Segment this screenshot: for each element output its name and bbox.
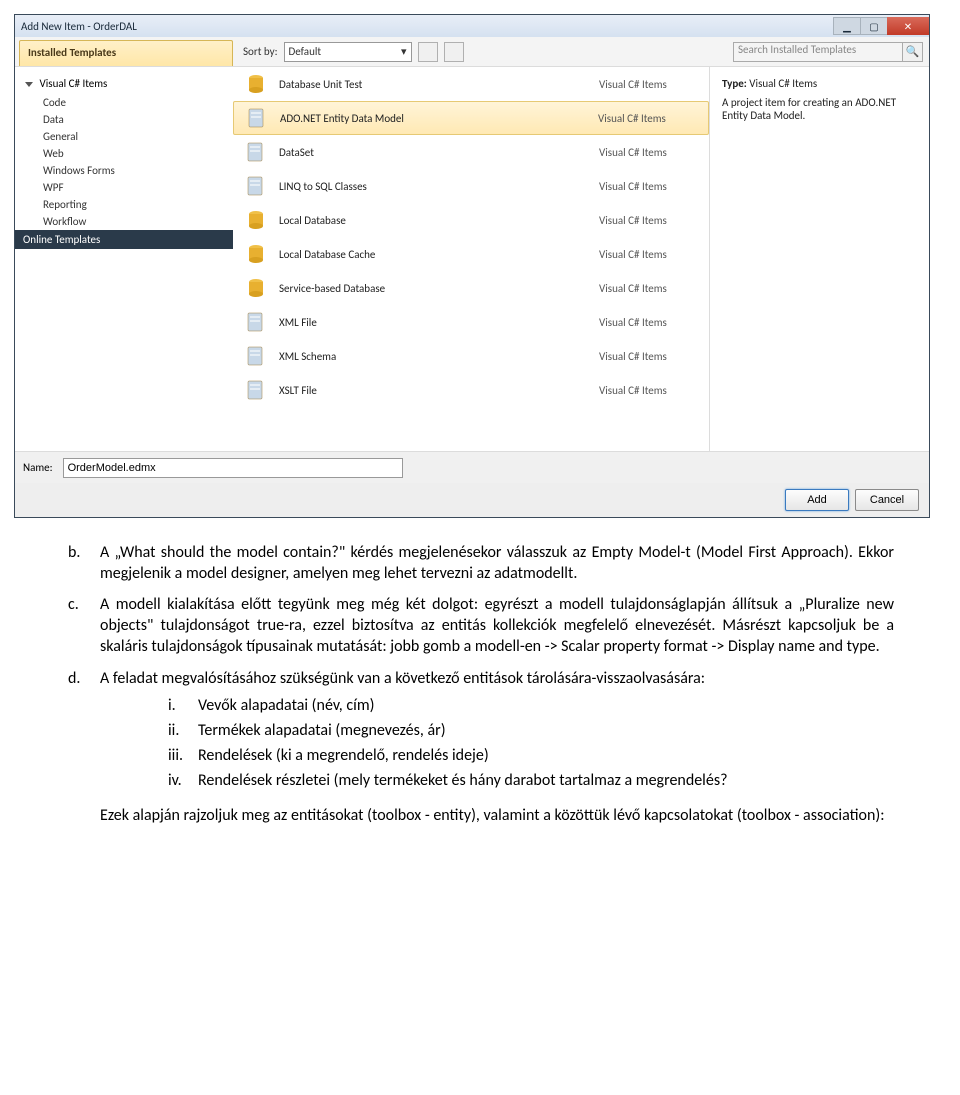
template-category: Visual C# Items <box>599 78 709 91</box>
chevron-down-icon <box>25 82 33 87</box>
template-category: Visual C# Items <box>599 316 709 329</box>
template-category: Visual C# Items <box>599 248 709 261</box>
template-list-item[interactable]: XSLT FileVisual C# Items <box>233 373 709 407</box>
sublist-text: Vevők alapadatai (név, cím) <box>198 695 894 716</box>
template-name: Local Database Cache <box>273 248 599 261</box>
template-name: Local Database <box>273 214 599 227</box>
template-icon <box>239 70 273 98</box>
dialog-titlebar: Add New Item - OrderDAL ▁ ▢ ✕ <box>15 15 929 37</box>
sublist-text: Rendelések részletei (mely termékeket és… <box>198 770 894 791</box>
list-marker: c. <box>68 594 100 657</box>
template-list-item[interactable]: Service-based DatabaseVisual C# Items <box>233 271 709 305</box>
view-small-icons-button[interactable] <box>418 42 438 62</box>
template-list-item[interactable]: Database Unit TestVisual C# Items <box>233 67 709 101</box>
templates-list: Database Unit TestVisual C# ItemsADO.NET… <box>233 67 709 451</box>
template-category: Visual C# Items <box>599 146 709 159</box>
template-list-item[interactable]: Local DatabaseVisual C# Items <box>233 203 709 237</box>
sublist-marker: ii. <box>168 720 198 741</box>
sort-dropdown[interactable]: Default ▾ <box>284 42 412 62</box>
template-category: Visual C# Items <box>599 180 709 193</box>
maximize-button[interactable]: ▢ <box>860 17 888 35</box>
cancel-button[interactable]: Cancel <box>855 489 919 511</box>
sublist-text: Termékek alapadatai (megnevezés, ár) <box>198 720 894 741</box>
template-category: Visual C# Items <box>598 112 708 125</box>
template-category: Visual C# Items <box>599 384 709 397</box>
template-name: XML File <box>273 316 599 329</box>
sublist-text: Rendelések (ki a megrendelő, rendelés id… <box>198 745 894 766</box>
sublist-marker: iv. <box>168 770 198 791</box>
document-body: b. A „What should the model contain?" ké… <box>0 518 960 866</box>
template-category: Visual C# Items <box>599 214 709 227</box>
add-new-item-dialog: Add New Item - OrderDAL ▁ ▢ ✕ Installed … <box>14 14 930 518</box>
installed-templates-tab[interactable]: Installed Templates <box>19 40 233 66</box>
list-item-text: A feladat megvalósításához szükségünk va… <box>100 668 894 827</box>
tree-child-item[interactable]: Data <box>15 111 233 128</box>
tree-child-item[interactable]: General <box>15 128 233 145</box>
template-category: Visual C# Items <box>599 282 709 295</box>
template-description: A project item for creating an ADO.NET E… <box>722 96 917 122</box>
template-name: Service-based Database <box>273 282 599 295</box>
template-icon <box>239 206 273 234</box>
search-input[interactable]: Search Installed Templates <box>733 42 903 62</box>
list-item-text: A „What should the model contain?" kérdé… <box>100 542 894 584</box>
template-list-item[interactable]: LINQ to SQL ClassesVisual C# Items <box>233 169 709 203</box>
tree-child-item[interactable]: Code <box>15 94 233 111</box>
name-input[interactable] <box>63 458 403 478</box>
template-name: LINQ to SQL Classes <box>273 180 599 193</box>
tree-child-item[interactable]: Workflow <box>15 213 233 230</box>
template-list-item[interactable]: DataSetVisual C# Items <box>233 135 709 169</box>
template-list-item[interactable]: ADO.NET Entity Data ModelVisual C# Items <box>233 101 709 135</box>
template-icon <box>239 376 273 404</box>
template-icon <box>240 104 274 132</box>
tree-child-item[interactable]: Reporting <box>15 196 233 213</box>
list-marker: d. <box>68 668 100 827</box>
template-info-pane: Type: Visual C# Items A project item for… <box>709 67 929 451</box>
template-icon <box>239 240 273 268</box>
template-categories-tree: Visual C# Items CodeDataGeneralWebWindow… <box>15 67 233 451</box>
template-icon <box>239 308 273 336</box>
template-name: DataSet <box>273 146 599 159</box>
template-list-item[interactable]: XML SchemaVisual C# Items <box>233 339 709 373</box>
template-name: Database Unit Test <box>273 78 599 91</box>
list-marker: b. <box>68 542 100 584</box>
dialog-title: Add New Item - OrderDAL <box>21 20 137 33</box>
template-name: XML Schema <box>273 350 599 363</box>
online-templates-header[interactable]: Online Templates <box>15 230 233 249</box>
sort-by-label: Sort by: <box>243 45 278 58</box>
sublist-marker: iii. <box>168 745 198 766</box>
tree-root-item[interactable]: Visual C# Items <box>15 73 233 94</box>
sublist-marker: i. <box>168 695 198 716</box>
add-button[interactable]: Add <box>785 489 849 511</box>
list-item-text: A modell kialakítása előtt tegyünk meg m… <box>100 594 894 657</box>
name-label: Name: <box>23 461 53 474</box>
close-button[interactable]: ✕ <box>887 17 929 35</box>
view-medium-icons-button[interactable] <box>444 42 464 62</box>
template-icon <box>239 172 273 200</box>
tree-child-item[interactable]: Windows Forms <box>15 162 233 179</box>
template-name: ADO.NET Entity Data Model <box>274 112 598 125</box>
paragraph: Ezek alapján rajzoljuk meg az entitásoka… <box>100 805 894 826</box>
template-icon <box>239 138 273 166</box>
template-icon <box>239 274 273 302</box>
template-list-item[interactable]: XML FileVisual C# Items <box>233 305 709 339</box>
tree-child-item[interactable]: WPF <box>15 179 233 196</box>
template-name: XSLT File <box>273 384 599 397</box>
tree-child-item[interactable]: Web <box>15 145 233 162</box>
minimize-button[interactable]: ▁ <box>833 17 861 35</box>
chevron-down-icon: ▾ <box>401 45 407 58</box>
template-list-item[interactable]: Local Database CacheVisual C# Items <box>233 237 709 271</box>
search-icon[interactable]: 🔍 <box>903 42 923 62</box>
template-category: Visual C# Items <box>599 350 709 363</box>
template-icon <box>239 342 273 370</box>
